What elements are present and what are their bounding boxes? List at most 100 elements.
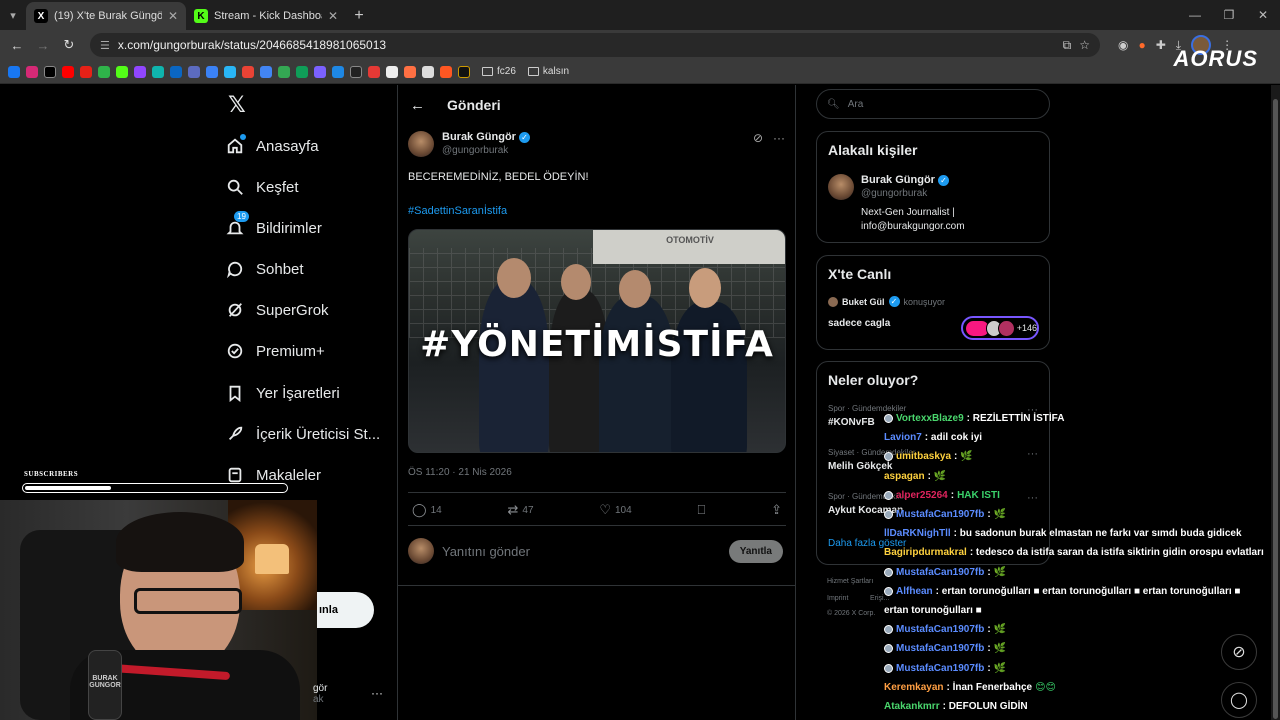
chat-username[interactable]: Keremkayan [884,682,943,693]
messages-floating-button[interactable]: ◯ [1221,682,1257,718]
footer-link[interactable]: Imprint [827,595,848,602]
nav-item-articles[interactable]: Makaleler [226,466,321,484]
more-options-icon[interactable]: ··· [1027,492,1038,504]
extension-icon[interactable]: ◉ [1118,38,1128,52]
more-options-icon[interactable]: ··· [773,131,785,145]
nav-item-explore[interactable]: Keşfet [226,178,299,196]
chat-username[interactable]: umitbaskya [896,451,951,462]
related-person[interactable]: Burak Güngör ✓ @gungorburak [828,174,949,200]
puzzle-icon[interactable]: ✚ [1156,38,1166,52]
reply-input[interactable]: Yanıtını gönder [442,544,530,559]
grok-icon[interactable]: ⊘ [753,131,763,145]
more-options-icon[interactable]: ··· [371,686,383,700]
nav-item-supergrok[interactable]: SuperGrok [226,301,329,319]
chat-username[interactable]: MustafaCan1907fb [896,567,984,578]
share-button[interactable]: ⇪ [771,502,782,518]
chat-username[interactable]: MustafaCan1907fb [896,663,984,674]
bookmark-icon[interactable] [134,65,146,78]
bookmark-icon[interactable] [188,65,200,78]
reply-submit-button[interactable]: Yanıtla [728,540,783,563]
bookmark-icon[interactable] [404,65,416,78]
bookmark-docs-icon[interactable] [260,65,272,78]
reply-button[interactable]: ◯ 14 [412,502,442,518]
bookmark-linkedin-icon[interactable] [170,65,182,78]
bookmark-icon[interactable] [440,65,452,78]
site-info-icon[interactable]: ☰ [100,39,110,52]
hashtag-link[interactable]: #SadettinSaranİstifa [408,205,507,217]
bookmark-icon[interactable] [314,65,326,78]
bookmark-icon[interactable] [152,65,164,78]
bookmark-instagram-icon[interactable] [26,65,38,78]
page-scrollbar[interactable] [1271,85,1280,720]
post-button[interactable]: ınla [317,592,374,628]
x-logo-icon[interactable]: 𝕏 [228,93,246,118]
star-icon[interactable]: ☆ [1079,38,1090,52]
more-options-icon[interactable]: ··· [1027,448,1038,460]
restore-icon[interactable]: ❐ [1212,0,1246,30]
bookmark-icon[interactable] [386,65,398,78]
repost-button[interactable]: ⇄ 47 [507,502,533,518]
bookmark-icon[interactable] [368,65,380,78]
grok-floating-button[interactable]: ⊘ [1221,634,1257,670]
post-author[interactable]: Burak Güngör ✓ @gungorburak [408,131,530,157]
close-window-icon[interactable]: ✕ [1246,0,1280,30]
minimize-icon[interactable]: — [1178,0,1212,30]
live-card[interactable]: X'te Canlı Buket Gül ✓ konuşuyor sadece … [816,255,1050,350]
search-input[interactable]: 🔍︎ Ara [816,89,1050,119]
bookmark-folder-fc26[interactable]: fc26 [482,66,516,77]
bookmark-icon[interactable] [224,65,236,78]
chat-username[interactable]: MustafaCan1907fb [896,643,984,654]
bookmark-folder-kalsin[interactable]: kalsın [527,66,569,77]
install-app-icon[interactable]: ⧉ [1063,38,1072,53]
nav-item-bookmarks[interactable]: Yer İşaretleri [226,384,340,402]
chat-username[interactable]: llDaRKNighTll [884,528,951,539]
bookmark-drive-icon[interactable] [278,65,290,78]
nav-item-home[interactable]: Anasayfa [226,134,319,155]
bookmark-icon[interactable] [206,65,218,78]
account-switcher[interactable]: gör ak [313,683,327,705]
author-handle[interactable]: @gungorburak [442,145,530,156]
chat-username[interactable]: Atakankmrr [884,701,940,712]
avatar[interactable] [828,174,854,200]
live-listeners[interactable]: +146 [961,316,1039,340]
chat-username[interactable]: alper25264 [896,490,948,501]
chat-username[interactable]: aspagan [884,471,925,482]
bookmark-icon[interactable] [350,65,362,78]
reply-composer[interactable]: Yanıtını gönder [408,538,530,564]
post-image[interactable]: OTOMOTİV #YÖNETİMİSTİFA [408,229,786,453]
bookmark-drop-icon[interactable] [98,65,110,78]
nav-item-chat[interactable]: Sohbet [226,260,304,278]
bookmark-youtube-icon[interactable] [62,65,74,78]
chat-username[interactable]: MustafaCan1907fb [896,624,984,635]
person-name[interactable]: Burak Güngör [861,174,935,186]
forward-icon[interactable]: → [32,34,54,56]
bookmark-youtube-icon[interactable] [80,65,92,78]
bookmark-icon[interactable] [458,65,470,78]
bookmark-sheets-icon[interactable] [296,65,308,78]
reload-icon[interactable]: ↻ [58,34,80,56]
bookmark-icon[interactable] [422,65,434,78]
nav-item-premium[interactable]: Premium+ [226,342,325,360]
extension-icon[interactable]: ● [1138,38,1145,52]
post-timestamp[interactable]: ÖS 11:20 · 21 Nis 2026 [408,467,512,478]
browser-tab-kick[interactable]: K Stream - Kick Dashboard ✕ [186,2,346,30]
back-icon[interactable]: ← [6,34,28,56]
footer-link[interactable]: Hizmet Şartları [827,578,873,585]
url-input[interactable]: ☰ x.com/gungorburak/status/2046685418981… [90,33,1100,57]
chat-username[interactable]: VortexxBlaze9 [896,413,964,424]
browser-tab-x[interactable]: X (19) X'te Burak Güngör: "BECEREMEDİNİZ… [26,2,186,30]
back-arrow-icon[interactable]: ← [410,97,425,114]
chat-username[interactable]: Lavion7 [884,432,922,443]
chat-username[interactable]: Alfhean [896,586,933,597]
nav-item-creator-studio[interactable]: İçerik Üreticisi St... [226,425,380,443]
bookmark-button[interactable]: ⎕ [697,502,705,518]
bookmark-x-icon[interactable] [44,65,56,78]
avatar[interactable] [408,131,434,157]
tab-search-button[interactable]: ▾ [0,0,26,30]
like-button[interactable]: ♡ 104 [599,502,631,518]
nav-item-notifications[interactable]: 19 Bildirimler [226,211,322,237]
close-tab-icon[interactable]: ✕ [168,9,178,23]
author-name[interactable]: Burak Güngör [442,131,516,143]
bookmark-icon[interactable] [332,65,344,78]
bookmark-kick-icon[interactable] [116,65,128,78]
